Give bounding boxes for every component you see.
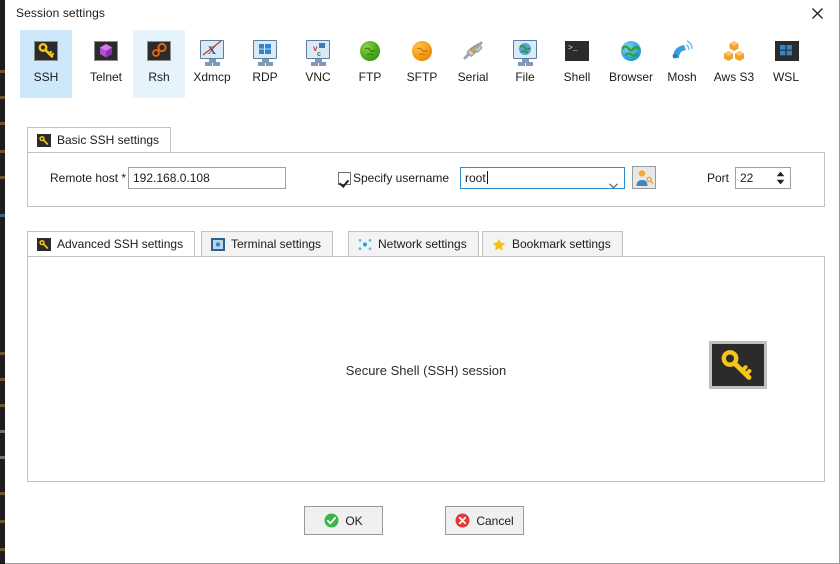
- window-title: Session settings: [16, 6, 105, 20]
- session-type-label: Rsh: [148, 70, 170, 84]
- port-stepper[interactable]: 22: [735, 167, 791, 189]
- terminal-icon: [211, 237, 225, 251]
- close-icon[interactable]: [795, 0, 839, 26]
- session-type-label: Serial: [457, 70, 489, 84]
- session-type-label: Telnet: [89, 70, 123, 84]
- session-settings-dialog-screen: Session settings SSH Telnet Rsh X Xdmcp …: [0, 0, 840, 564]
- session-type-mosh[interactable]: Mosh: [659, 30, 705, 98]
- spinner-arrows-icon[interactable]: [776, 171, 785, 185]
- basic-ssh-settings-panel: Remote host * Specify username root: [27, 152, 825, 207]
- basic-settings-tabrow: Basic SSH settings: [27, 127, 187, 152]
- ssh-key-icon: [37, 237, 51, 251]
- session-type-browser[interactable]: Browser: [603, 30, 659, 98]
- session-type-label: SFTP: [406, 70, 438, 84]
- ssh-key-icon: [37, 133, 51, 147]
- session-type-label: FTP: [358, 70, 382, 84]
- port-value: 22: [740, 171, 754, 185]
- tab-label: Advanced SSH settings: [57, 237, 184, 251]
- session-type-label: Xdmcp: [193, 70, 231, 84]
- tab-basic-ssh-settings[interactable]: Basic SSH settings: [27, 127, 172, 152]
- cancel-button-label: Cancel: [476, 513, 514, 528]
- svg-text:c: c: [317, 51, 321, 58]
- username-value: root: [465, 171, 486, 185]
- ftp-globe-icon: [356, 37, 384, 65]
- session-type-wsl[interactable]: WSL: [763, 30, 809, 98]
- session-description: Secure Shell (SSH) session: [345, 363, 507, 378]
- text-cursor: [486, 171, 488, 184]
- ok-button[interactable]: OK: [304, 506, 383, 535]
- session-type-shell[interactable]: >_ Shell: [551, 30, 603, 98]
- session-type-toolbar: SSH Telnet Rsh X Xdmcp RDP v c VNC FTP S…: [11, 30, 831, 98]
- session-type-label: Mosh: [667, 70, 697, 84]
- port-label: Port: [707, 171, 730, 185]
- session-type-serial[interactable]: Serial: [447, 30, 499, 98]
- telnet-cube-icon: [92, 37, 120, 65]
- wsl-windows-icon: [772, 37, 800, 65]
- rsh-gears-icon: [145, 37, 173, 65]
- session-type-label: VNC: [305, 70, 331, 84]
- ssh-key-large-icon: [709, 341, 767, 389]
- remote-host-input[interactable]: [128, 167, 286, 189]
- tab-advanced-ssh-settings[interactable]: Advanced SSH settings: [27, 231, 196, 256]
- title-bar: Session settings: [5, 0, 839, 26]
- session-type-label: RDP: [252, 70, 278, 84]
- tab-label: Network settings: [378, 237, 467, 251]
- network-nodes-icon: [358, 238, 372, 251]
- session-type-label: Browser: [608, 70, 653, 84]
- session-type-label: Shell: [563, 70, 591, 84]
- mosh-satellite-icon: [668, 37, 696, 65]
- user-key-icon[interactable]: [632, 166, 656, 189]
- session-type-label: SSH: [33, 70, 59, 84]
- specify-username-label: Specify username: [353, 171, 450, 185]
- session-type-telnet[interactable]: Telnet: [80, 30, 132, 98]
- sftp-globe-icon: [408, 37, 436, 65]
- session-type-ftp[interactable]: FTP: [344, 30, 396, 98]
- session-type-file[interactable]: File: [499, 30, 551, 98]
- xdmcp-monitor-icon: X: [198, 37, 226, 65]
- tab-label: Basic SSH settings: [57, 133, 160, 147]
- session-description-panel: Secure Shell (SSH) session: [27, 256, 825, 482]
- tab-network-settings[interactable]: Network settings: [348, 231, 479, 256]
- sub-tabrow: Advanced SSH settings Terminal settings: [27, 231, 647, 256]
- session-type-label: Aws S3: [713, 70, 755, 84]
- dialog-window: Session settings SSH Telnet Rsh X Xdmcp …: [5, 0, 840, 564]
- session-type-sftp[interactable]: SFTP: [396, 30, 448, 98]
- file-monitor-icon: [511, 37, 539, 65]
- x-circle-icon: [455, 513, 470, 528]
- session-type-rdp[interactable]: RDP: [239, 30, 291, 98]
- tab-label: Terminal settings: [231, 237, 322, 251]
- cancel-button[interactable]: Cancel: [445, 506, 524, 535]
- vnc-monitor-icon: v c: [304, 37, 332, 65]
- browser-globe-icon: [617, 37, 645, 65]
- session-type-vnc[interactable]: v c VNC: [292, 30, 344, 98]
- shell-terminal-icon: >_: [563, 37, 591, 65]
- serial-plug-icon: [459, 37, 487, 65]
- session-type-label: File: [515, 70, 535, 84]
- tab-label: Bookmark settings: [512, 237, 611, 251]
- chevron-down-icon[interactable]: [609, 176, 618, 194]
- ok-button-label: OK: [345, 513, 363, 528]
- ssh-key-icon: [32, 37, 60, 65]
- svg-text:>_: >_: [568, 44, 578, 53]
- specify-username-checkbox[interactable]: Specify username: [338, 171, 449, 185]
- star-icon: [492, 238, 506, 251]
- session-type-xdmcp[interactable]: X Xdmcp: [186, 30, 238, 98]
- session-type-rsh[interactable]: Rsh: [133, 30, 185, 98]
- checkbox-box: [338, 171, 351, 185]
- session-type-aws-s3[interactable]: Aws S3: [705, 30, 763, 98]
- username-combo-input[interactable]: root: [460, 167, 625, 189]
- session-type-ssh[interactable]: SSH: [20, 30, 72, 98]
- tab-bookmark-settings[interactable]: Bookmark settings: [482, 231, 623, 256]
- remote-host-label: Remote host *: [50, 171, 127, 185]
- tab-terminal-settings[interactable]: Terminal settings: [201, 231, 334, 256]
- aws-s3-cubes-icon: [720, 37, 748, 65]
- session-type-label: WSL: [772, 70, 799, 84]
- rdp-monitor-icon: [251, 37, 279, 65]
- check-circle-icon: [324, 513, 339, 528]
